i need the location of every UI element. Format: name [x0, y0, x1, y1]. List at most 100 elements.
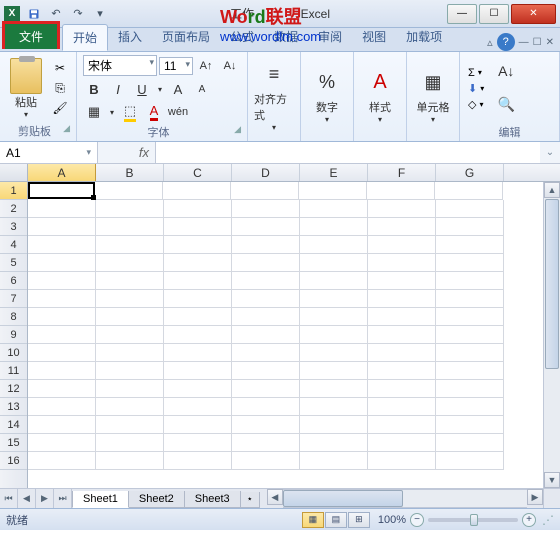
cell[interactable] — [368, 434, 436, 452]
cell[interactable] — [299, 182, 367, 200]
cell[interactable] — [28, 416, 96, 434]
cell[interactable] — [164, 380, 232, 398]
cell[interactable] — [164, 272, 232, 290]
cell[interactable] — [28, 200, 96, 218]
cell[interactable] — [436, 344, 504, 362]
zoom-slider[interactable] — [428, 518, 518, 522]
cells-button[interactable]: ▦ 单元格 ▾ — [413, 69, 453, 124]
cell[interactable] — [300, 290, 368, 308]
cell[interactable] — [96, 290, 164, 308]
border-dropdown-icon[interactable]: ▾ — [107, 102, 117, 122]
cell[interactable] — [368, 362, 436, 380]
cell[interactable] — [300, 218, 368, 236]
row-header[interactable]: 10 — [0, 344, 27, 362]
cell[interactable] — [164, 434, 232, 452]
sheet-tab[interactable]: Sheet3 — [184, 491, 241, 508]
cell[interactable] — [368, 344, 436, 362]
fill-color-icon[interactable]: ⬚ — [119, 102, 141, 122]
cell[interactable] — [28, 308, 96, 326]
sheet-nav-button[interactable]: ▶ — [36, 489, 54, 508]
cell[interactable] — [28, 290, 96, 308]
cell[interactable] — [96, 452, 164, 470]
cell[interactable] — [96, 218, 164, 236]
cell[interactable] — [28, 452, 96, 470]
cell[interactable] — [28, 272, 96, 290]
cell[interactable] — [96, 254, 164, 272]
cell[interactable] — [300, 236, 368, 254]
ribbon-minimize-icon[interactable]: ▵ — [487, 36, 493, 49]
cell[interactable] — [368, 326, 436, 344]
row-header[interactable]: 14 — [0, 416, 27, 434]
row-header[interactable]: 8 — [0, 308, 27, 326]
cell[interactable] — [368, 218, 436, 236]
font-color-icon[interactable]: A — [143, 102, 165, 122]
help-icon[interactable]: ? — [497, 33, 515, 51]
cells-area[interactable] — [28, 182, 543, 488]
file-tab[interactable]: 文件 — [2, 21, 60, 49]
horizontal-scrollbar[interactable]: ◀ ▶ — [267, 489, 543, 508]
cell[interactable] — [28, 362, 96, 380]
border-icon[interactable]: ▦ — [83, 102, 105, 122]
font-name-combo[interactable]: 宋体 — [83, 55, 157, 76]
cell[interactable] — [300, 362, 368, 380]
row-header[interactable]: 3 — [0, 218, 27, 236]
doc-restore-icon[interactable]: ☐ — [533, 37, 542, 48]
copy-icon[interactable]: ⎘ — [50, 79, 70, 97]
cell[interactable] — [436, 236, 504, 254]
row-header[interactable]: 4 — [0, 236, 27, 254]
cell[interactable] — [96, 380, 164, 398]
qat-customize-icon[interactable]: ▾ — [90, 4, 110, 24]
cell[interactable] — [164, 218, 232, 236]
cell[interactable] — [96, 362, 164, 380]
cell[interactable] — [436, 362, 504, 380]
row-header[interactable]: 11 — [0, 362, 27, 380]
cell[interactable] — [96, 236, 164, 254]
cell[interactable] — [436, 290, 504, 308]
underline-dropdown-icon[interactable]: ▾ — [155, 79, 165, 99]
column-header[interactable]: F — [368, 164, 436, 181]
cell[interactable] — [436, 272, 504, 290]
ribbon-tab-5[interactable]: 审阅 — [308, 24, 352, 51]
normal-view-button[interactable]: ▦ — [302, 512, 324, 528]
cell[interactable] — [368, 398, 436, 416]
cell[interactable] — [232, 272, 300, 290]
cell[interactable] — [300, 416, 368, 434]
cell[interactable] — [28, 434, 96, 452]
cell[interactable] — [164, 308, 232, 326]
cell[interactable] — [164, 416, 232, 434]
paste-button[interactable]: 粘贴 ▾ — [6, 58, 46, 119]
ribbon-tab-4[interactable]: 数据 — [264, 24, 308, 51]
cell[interactable] — [28, 398, 96, 416]
cell[interactable] — [232, 326, 300, 344]
cell[interactable] — [232, 308, 300, 326]
scroll-up-icon[interactable]: ▲ — [544, 182, 560, 198]
italic-button[interactable]: I — [107, 79, 129, 99]
cell[interactable] — [436, 398, 504, 416]
vscroll-thumb[interactable] — [545, 199, 559, 369]
sheet-nav-button[interactable]: ⏭ — [54, 489, 72, 508]
cell[interactable] — [232, 380, 300, 398]
cell[interactable] — [164, 290, 232, 308]
cell[interactable] — [368, 254, 436, 272]
increase-font-icon[interactable]: A↑ — [195, 56, 217, 76]
cell[interactable] — [28, 182, 95, 199]
cell[interactable] — [300, 434, 368, 452]
vertical-scrollbar[interactable]: ▲ ▼ — [543, 182, 560, 488]
cell[interactable] — [368, 290, 436, 308]
name-box[interactable]: A1 — [0, 142, 98, 163]
increase-font-large-icon[interactable]: A — [167, 79, 189, 99]
cell[interactable] — [163, 182, 231, 200]
cell[interactable] — [436, 380, 504, 398]
cell[interactable] — [95, 182, 163, 200]
decrease-font-small-icon[interactable]: A — [191, 79, 213, 99]
cell[interactable] — [164, 362, 232, 380]
cell[interactable] — [300, 326, 368, 344]
maximize-button[interactable]: ☐ — [479, 4, 509, 24]
redo-icon[interactable]: ↷ — [68, 4, 88, 24]
cell[interactable] — [232, 434, 300, 452]
cell[interactable] — [96, 434, 164, 452]
ribbon-tab-1[interactable]: 插入 — [108, 24, 152, 51]
cell[interactable] — [368, 236, 436, 254]
find-select-button[interactable]: 🔍 — [492, 90, 520, 120]
cell[interactable] — [164, 344, 232, 362]
